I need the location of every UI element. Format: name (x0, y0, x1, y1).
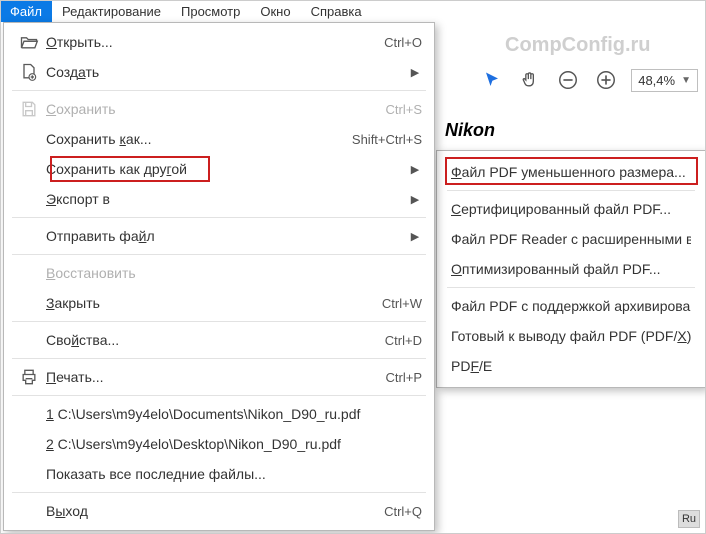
shortcut: Ctrl+S (386, 102, 422, 117)
hand-icon[interactable] (517, 67, 543, 93)
menu-item-label: Свойства... (46, 332, 385, 348)
menu-item-label: Показать все последние файлы... (46, 466, 422, 482)
blank-icon (12, 399, 46, 429)
file-export[interactable]: Экспорт в ▶ (4, 184, 434, 214)
chevron-down-icon: ▼ (681, 75, 691, 86)
menu-view[interactable]: Просмотр (171, 0, 250, 22)
menu-item-label: Печать... (46, 369, 386, 385)
shortcut: Shift+Ctrl+S (352, 132, 422, 147)
menu-item-label: Сохранить как другой (46, 161, 402, 177)
submenu-print-ready-pdf[interactable]: Готовый к выводу файл PDF (PDF/X) (437, 321, 705, 351)
file-properties[interactable]: Свойства... Ctrl+D (4, 325, 434, 355)
menu-item-label: Восстановить (46, 265, 422, 281)
menu-separator (12, 492, 426, 493)
submenu-arrow-icon: ▶ (408, 66, 422, 79)
file-open[interactable]: Открыть... Ctrl+O (4, 27, 434, 57)
save-icon (12, 94, 46, 124)
menu-item-label: Сохранить (46, 101, 386, 117)
blank-icon (12, 288, 46, 318)
menu-item-label: Закрыть (46, 295, 382, 311)
shortcut: Ctrl+W (382, 296, 422, 311)
menu-item-label: Отправить файл (46, 228, 402, 244)
blank-icon (12, 325, 46, 355)
print-icon (12, 362, 46, 392)
menu-item-label: Готовый к выводу файл PDF (PDF/X) (451, 328, 691, 344)
submenu-arrow-icon: ▶ (408, 230, 422, 243)
menu-help[interactable]: Справка (301, 0, 372, 22)
menu-separator (12, 217, 426, 218)
zoom-out-icon[interactable] (555, 67, 581, 93)
folder-open-icon (12, 27, 46, 57)
zoom-level-select[interactable]: 48,4% ▼ (631, 69, 698, 92)
menu-item-label: Выход (46, 503, 384, 519)
menu-separator (12, 395, 426, 396)
shortcut: Ctrl+D (385, 333, 422, 348)
zoom-in-icon[interactable] (593, 67, 619, 93)
menu-item-label: 2 C:\Users\m9y4elo\Desktop\Nikon_D90_ru.… (46, 436, 422, 452)
zoom-value: 48,4% (638, 73, 675, 88)
blank-icon (12, 184, 46, 214)
file-create[interactable]: Создать ▶ (4, 57, 434, 87)
file-recent-2[interactable]: 2 C:\Users\m9y4elo\Desktop\Nikon_D90_ru.… (4, 429, 434, 459)
menubar: Файл Редактирование Просмотр Окно Справк… (0, 0, 706, 22)
document-add-icon (12, 57, 46, 87)
blank-icon (12, 429, 46, 459)
file-show-recent[interactable]: Показать все последние файлы... (4, 459, 434, 489)
blank-icon (12, 459, 46, 489)
file-menu-dropdown: Открыть... Ctrl+O Создать ▶ Сохранить Ct… (3, 22, 435, 531)
menu-item-label: Открыть... (46, 34, 384, 50)
submenu-arrow-icon: ▶ (408, 163, 422, 176)
menu-window[interactable]: Окно (250, 0, 300, 22)
file-recent-1[interactable]: 1 C:\Users\m9y4elo\Documents\Nikon_D90_r… (4, 399, 434, 429)
file-close[interactable]: Закрыть Ctrl+W (4, 288, 434, 318)
shortcut: Ctrl+Q (384, 504, 422, 519)
submenu-archive-pdf[interactable]: Файл PDF с поддержкой архивирования (437, 291, 705, 321)
menu-edit[interactable]: Редактирование (52, 0, 171, 22)
menu-item-label: Файл PDF уменьшенного размера... (451, 164, 691, 180)
save-as-other-submenu: Файл PDF уменьшенного размера... Сертифи… (436, 150, 706, 388)
menu-item-label: Файл PDF с поддержкой архивирования (451, 298, 691, 314)
watermark-text: CompConfig.ru (505, 34, 651, 57)
cursor-icon[interactable] (479, 67, 505, 93)
menu-item-label: PDF/E (451, 358, 691, 374)
submenu-certified-pdf[interactable]: Сертифицированный файл PDF... (437, 194, 705, 224)
blank-icon (12, 496, 46, 526)
blank-icon (12, 124, 46, 154)
file-revert: Восстановить (4, 258, 434, 288)
menu-item-label: Экспорт в (46, 191, 402, 207)
file-exit[interactable]: Выход Ctrl+Q (4, 496, 434, 526)
submenu-reader-extended-pdf[interactable]: Файл PDF Reader с расширенными возможнос… (437, 224, 705, 254)
menu-item-label: Сертифицированный файл PDF... (451, 201, 691, 217)
menu-item-label: 1 C:\Users\m9y4elo\Documents\Nikon_D90_r… (46, 406, 422, 422)
submenu-optimized-pdf[interactable]: Оптимизированный файл PDF... (437, 254, 705, 284)
menu-item-label: Файл PDF Reader с расширенными возможнос… (451, 231, 691, 247)
submenu-arrow-icon: ▶ (408, 193, 422, 206)
blank-icon (12, 258, 46, 288)
submenu-pdfe[interactable]: PDF/E (437, 351, 705, 381)
file-save-as-other[interactable]: Сохранить как другой ▶ (4, 154, 434, 184)
language-badge: Ru (678, 510, 700, 528)
menu-item-label: Сохранить как... (46, 131, 352, 147)
file-print[interactable]: Печать... Ctrl+P (4, 362, 434, 392)
menu-separator (12, 90, 426, 91)
menu-separator (447, 190, 695, 191)
file-send[interactable]: Отправить файл ▶ (4, 221, 434, 251)
submenu-reduced-size-pdf[interactable]: Файл PDF уменьшенного размера... (437, 157, 705, 187)
menu-separator (447, 287, 695, 288)
shortcut: Ctrl+O (384, 35, 422, 50)
document-brand: Nikon (445, 120, 495, 141)
toolbar: 48,4% ▼ (479, 60, 698, 100)
menu-item-label: Оптимизированный файл PDF... (451, 261, 691, 277)
file-save-as[interactable]: Сохранить как... Shift+Ctrl+S (4, 124, 434, 154)
menu-separator (12, 321, 426, 322)
blank-icon (12, 154, 46, 184)
menu-separator (12, 358, 426, 359)
blank-icon (12, 221, 46, 251)
menu-file[interactable]: Файл (0, 0, 52, 22)
menu-separator (12, 254, 426, 255)
file-save: Сохранить Ctrl+S (4, 94, 434, 124)
menu-item-label: Создать (46, 64, 402, 80)
shortcut: Ctrl+P (386, 370, 422, 385)
